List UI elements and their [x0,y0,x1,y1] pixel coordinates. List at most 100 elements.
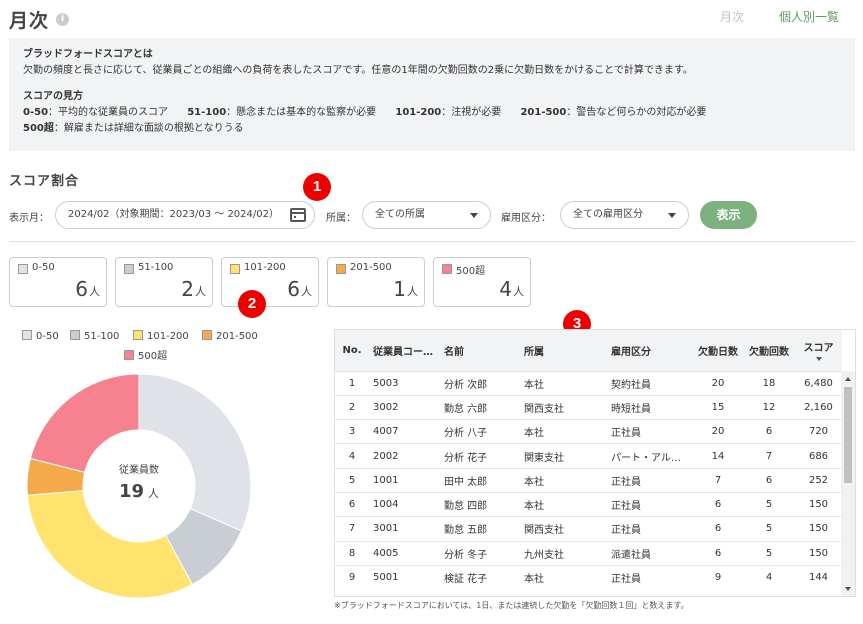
score-card-unit: 人 [301,285,312,298]
cell-employee-code: 4007 [369,419,440,444]
cell-employee-code: 5001 [369,564,440,590]
description-heading: ブラッドフォードスコアとは [23,49,153,60]
cell-absence-days: 6 [693,491,743,517]
cell-score: 686 [795,443,842,469]
score-card-count: 4 [499,277,512,301]
cell-absence-count: 12 [743,394,795,420]
column-header-score[interactable]: スコア [795,330,842,371]
cell-absence-count: 18 [743,370,795,396]
cell-department: 本社 [520,491,607,517]
table-row[interactable]: 5 1001 田中 太郎 本社 正社員 7 6 252 [335,467,842,493]
cell-score: 144 [795,564,842,590]
cell-name: 分析 花子 [440,443,520,469]
score-card-label: 201-500 [350,262,392,273]
column-header-department[interactable]: 所属 [520,330,607,371]
individual-list-link[interactable]: 個人別一覧 [779,8,839,25]
cell-employment-type: 派遣社員 [607,540,693,566]
cell-department: 関西支社 [520,516,607,542]
legend-swatch [202,330,212,340]
cell-employment-type: 正社員 [607,491,693,517]
column-header-employee-code[interactable]: 従業員コー… [369,330,440,371]
cell-no: 7 [335,516,369,542]
cell-department: 本社 [520,467,607,493]
score-card-over-500: 500超 4 人 [433,257,531,307]
cell-department: 本社 [520,370,607,396]
score-card-unit: 人 [195,285,206,298]
cell-absence-days: 20 [693,419,743,444]
cell-employment-type: パート・アル… [607,443,693,469]
score-card-count: 2 [181,277,194,301]
score-card-0-50: 0-50 6 人 [9,257,107,307]
cell-name: 分析 冬子 [440,540,520,566]
legend-swatch [70,330,80,340]
table-row[interactable]: 4 2002 分析 花子 関東支社 パート・アル… 14 7 686 [335,443,842,469]
cell-name: 勤怠 五郎 [440,516,520,542]
chevron-down-icon [470,213,478,218]
score-card-label: 0-50 [32,262,55,273]
cell-no: 1 [335,370,369,396]
sort-desc-icon[interactable] [815,357,822,362]
cell-absence-days: 9 [693,564,743,590]
color-swatch [442,264,452,274]
cell-no: 2 [335,394,369,420]
show-button[interactable]: 表示 [700,201,757,229]
cell-department: 九州支社 [520,540,607,566]
cell-absence-days: 20 [693,370,743,396]
cell-absence-days: 15 [693,394,743,420]
cell-name: 検証 花子 [440,564,520,590]
score-card-label: 51-100 [138,262,174,273]
scroll-up-icon[interactable] [845,377,851,381]
scroll-down-icon[interactable] [845,587,851,591]
table-row[interactable]: 8 4005 分析 冬子 九州支社 派遣社員 6 5 150 [335,540,842,566]
monthly-link[interactable]: 月次 [720,8,744,25]
column-header-employment-type[interactable]: 雇用区分 [607,330,693,371]
column-header-no: No. [342,344,362,356]
table-row[interactable]: 2 3002 勤怠 六郎 関西支社 時短社員 15 12 2,160 [335,394,842,420]
score-card-101-200: 101-200 6 人 [221,257,319,307]
legend-item: 500超 [124,347,167,362]
cell-name: 分析 次郎 [440,370,520,396]
color-swatch [18,264,28,274]
cell-employment-type: 契約社員 [607,370,693,396]
table-row[interactable]: 6 1004 勤怠 四郎 本社 正社員 6 5 150 [335,491,842,517]
legend-item: 51-100 [70,330,119,342]
cell-department: 本社 [520,419,607,444]
cell-employee-code: 1004 [369,491,440,517]
cell-employment-type: 正社員 [607,467,693,493]
cell-name: 田中 太郎 [440,467,520,493]
table-row[interactable]: 1 5003 分析 次郎 本社 契約社員 20 18 6,480 [335,370,842,396]
cell-name: 勤怠 六郎 [440,394,520,420]
cell-absence-days: 7 [693,467,743,493]
employment-type-label: 雇用区分： [501,213,551,224]
cell-score: 720 [795,419,842,444]
cell-no: 4 [335,443,369,469]
section-title: スコア割合 [9,174,80,189]
score-card-unit: 人 [407,285,418,298]
calendar-icon[interactable] [290,208,306,222]
cell-employment-type: 正社員 [607,564,693,590]
cell-employee-code: 3002 [369,394,440,420]
column-header-absence-count[interactable]: 欠勤回数 [743,330,795,371]
info-icon[interactable]: i [56,13,69,26]
annotation-badge-1: 1 [303,173,331,201]
column-header-name[interactable]: 名前 [440,330,520,371]
score-card-label: 101-200 [244,262,286,273]
table-row[interactable]: 9 5001 検証 花子 本社 正社員 9 4 144 [335,564,842,590]
cell-absence-count: 5 [743,491,795,517]
column-header-absence-days[interactable]: 欠勤日数 [693,330,743,371]
cell-department: 本社 [520,564,607,590]
description-text: 欠勤の頻度と長さに応じて、従業員ごとの組織への負荷を表したスコアです。任意の1年… [23,65,693,76]
table-scrollbar[interactable] [841,371,855,596]
cell-no: 5 [335,467,369,493]
table-row[interactable]: 3 4007 分析 八子 本社 正社員 20 6 720 [335,419,842,444]
legend-item: 101-200 [133,330,189,342]
employee-score-table: No. 従業員コー… 名前 所属 雇用区分 欠勤日数 欠勤回数 スコア 1 500… [334,329,856,597]
cell-absence-days: 6 [693,540,743,566]
scrollbar-thumb[interactable] [844,387,852,483]
department-select[interactable]: 全ての所属 [362,201,491,229]
table-row[interactable]: 7 3001 勤怠 五郎 関西支社 正社員 6 5 150 [335,516,842,542]
score-card-count: 6 [287,277,300,301]
cell-absence-days: 6 [693,516,743,542]
employment-type-select[interactable]: 全ての雇用区分 [560,201,689,229]
month-picker[interactable]: 2024/02（対象期間：2023/03 ～ 2024/02） [55,201,315,229]
